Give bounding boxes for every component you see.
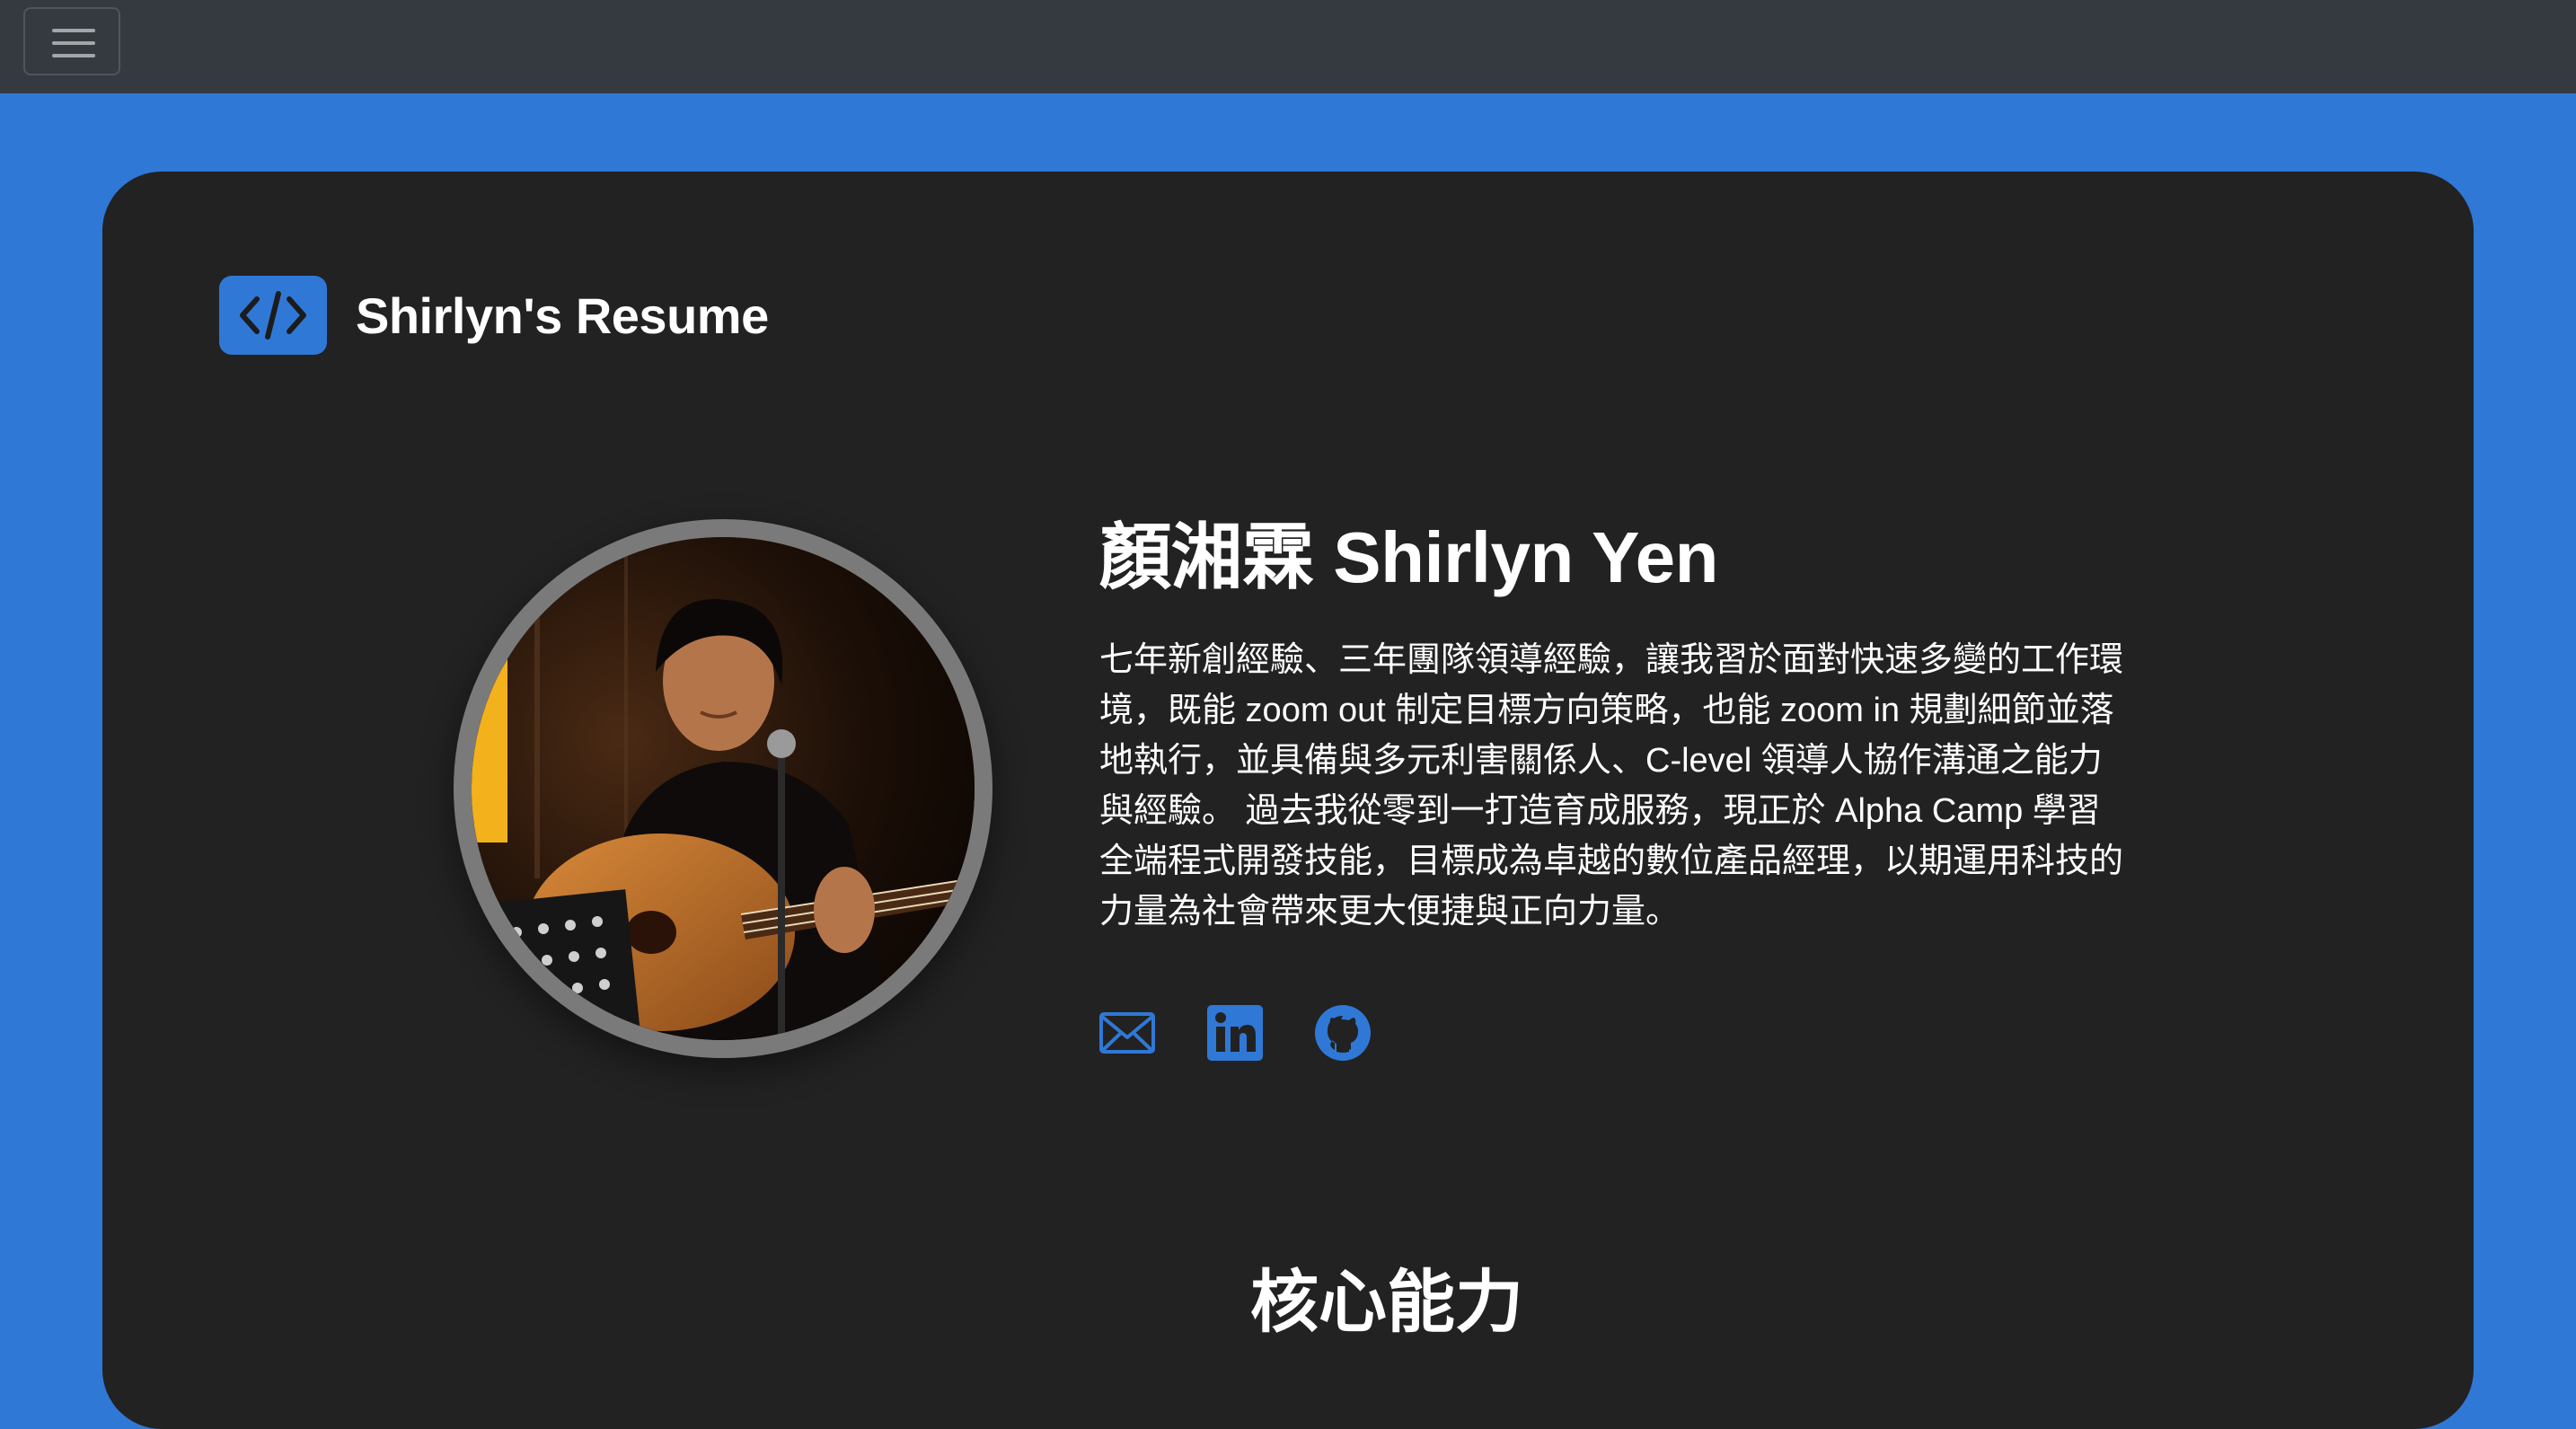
linkedin-icon [1207, 1005, 1263, 1061]
core-skills-title: 核心能力 [1250, 1265, 1523, 1341]
resume-card: Shirlyn's Resume 顏湘霖 Shirlyn Yen 七年新創經驗、… [102, 172, 2474, 1429]
brand[interactable]: Shirlyn's Resume [219, 276, 769, 355]
top-navbar [0, 0, 2576, 93]
email-icon [1099, 1012, 1155, 1054]
profile-name: 顏湘霖 Shirlyn Yen [1099, 517, 1718, 597]
email-link[interactable] [1099, 1005, 1155, 1061]
linkedin-link[interactable] [1207, 1005, 1263, 1061]
github-link[interactable] [1315, 1005, 1371, 1061]
social-links [1099, 1005, 1423, 1061]
code-icon [219, 276, 327, 355]
github-icon [1315, 1005, 1371, 1061]
profile-photo [454, 519, 992, 1058]
brand-title: Shirlyn's Resume [356, 287, 769, 344]
profile-bio: 七年新創經驗、三年團隊領導經驗，讓我習於面對快速多變的工作環境，既能 zoom … [1099, 641, 2124, 931]
hamburger-menu-button[interactable] [23, 7, 120, 75]
